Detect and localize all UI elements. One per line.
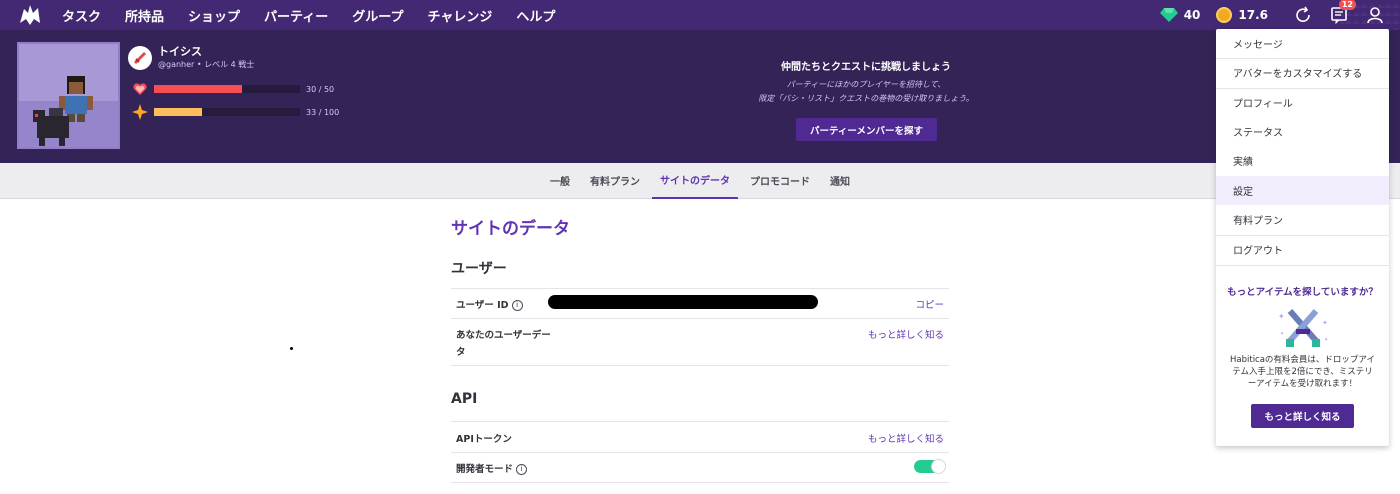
settings-tabs: 一般 有料プラン サイトのデータ プロモコード 通知 bbox=[0, 163, 1400, 199]
api-token-row: APIトークン もっと詳しく知る bbox=[451, 421, 949, 452]
promo-title: もっとアイテムを探していますか？ bbox=[1227, 287, 1378, 298]
user-icon[interactable] bbox=[1364, 4, 1386, 26]
nav-guilds[interactable]: グループ bbox=[352, 6, 403, 25]
gem-count: 40 bbox=[1183, 8, 1201, 22]
copy-user-id-link[interactable]: コピー bbox=[915, 297, 944, 311]
redacted-user-id bbox=[548, 295, 818, 309]
api-section-title: API bbox=[451, 391, 478, 407]
user-section-title: ユーザー bbox=[451, 261, 507, 277]
nav-tasks[interactable]: タスク bbox=[62, 6, 101, 25]
mouse-cursor-dot bbox=[290, 347, 293, 350]
page-title: サイトのデータ bbox=[451, 219, 570, 239]
svg-text:✦: ✦ bbox=[1280, 331, 1284, 337]
nav-party[interactable]: パーティー bbox=[264, 6, 328, 25]
gold-count: 17.6 bbox=[1238, 8, 1268, 22]
developer-mode-label: 開発者モード i bbox=[456, 461, 528, 475]
party-description: パーティーにほかのプレイヤーを招待して、 限定「バシ・リスト」クエストの巻物の受… bbox=[758, 80, 974, 103]
menu-item-achievements[interactable]: 実績 bbox=[1216, 146, 1389, 175]
menu-item-messages[interactable]: メッセージ bbox=[1216, 29, 1389, 58]
tab-general[interactable]: 一般 bbox=[542, 163, 578, 199]
nav-shops[interactable]: ショップ bbox=[188, 6, 240, 25]
api-token-label: APIトークン bbox=[456, 434, 512, 445]
user-data-learn-more-link[interactable]: もっと詳しく知る bbox=[868, 327, 944, 341]
hp-text: 30 / 50 bbox=[306, 84, 335, 94]
xp-bar-row: 33 / 100 bbox=[132, 104, 339, 120]
top-nav: タスク 所持品 ショップ パーティー グループ チャレンジ ヘルプ 40 17.… bbox=[0, 0, 1400, 30]
user-data-label: あなたのユーザーデータ bbox=[456, 330, 551, 358]
nav-challenges[interactable]: チャレンジ bbox=[428, 6, 493, 25]
user-id-label: ユーザー ID i bbox=[456, 297, 523, 311]
api-token-learn-more-link[interactable]: もっと詳しく知る bbox=[868, 431, 944, 445]
habitica-logo-icon[interactable] bbox=[16, 3, 44, 27]
menu-item-subscription[interactable]: 有料プラン bbox=[1216, 205, 1389, 234]
tab-site-data[interactable]: サイトのデータ bbox=[652, 163, 738, 199]
profile-level: @ganher • レベル 4 戦士 bbox=[158, 60, 255, 69]
user-data-row: あなたのユーザーデータ もっと詳しく知る bbox=[451, 318, 949, 366]
party-title: 仲間たちとクエストに挑戦しましょう bbox=[781, 62, 951, 73]
warrior-class-icon bbox=[128, 46, 152, 70]
member-header: トイシス @ganher • レベル 4 戦士 30 / 50 33 / 100… bbox=[0, 30, 1400, 163]
info-icon[interactable]: i bbox=[511, 300, 523, 311]
tab-subscription[interactable]: 有料プラン bbox=[582, 163, 648, 199]
svg-text:✦: ✦ bbox=[1278, 312, 1285, 321]
user-menu-dropdown: メッセージ アバターをカスタマイズする プロフィール ステータス 実績 設定 有… bbox=[1216, 29, 1389, 446]
xp-bar bbox=[154, 108, 300, 116]
avatar[interactable] bbox=[17, 42, 120, 149]
heart-icon bbox=[133, 83, 147, 95]
sync-icon[interactable] bbox=[1292, 4, 1314, 26]
menu-item-customize-avatar[interactable]: アバターをカスタマイズする bbox=[1216, 58, 1389, 87]
nav-inventory[interactable]: 所持品 bbox=[125, 6, 164, 25]
star-icon bbox=[132, 104, 148, 120]
menu-item-settings[interactable]: 設定 bbox=[1216, 176, 1389, 205]
xp-text: 33 / 100 bbox=[306, 107, 340, 117]
developer-mode-row: 開発者モード i bbox=[451, 452, 949, 483]
hp-bar-row: 30 / 50 bbox=[132, 81, 334, 97]
developer-mode-toggle[interactable] bbox=[914, 459, 946, 474]
hp-bar-fill bbox=[154, 85, 242, 93]
promo-text: Habiticaの有料会員は、ドロップアイテム入手上限を2倍にでき、ミステリーア… bbox=[1230, 355, 1376, 389]
tab-promo-code[interactable]: プロモコード bbox=[742, 163, 818, 199]
xp-bar-fill bbox=[154, 108, 203, 116]
svg-text:✦: ✦ bbox=[1322, 319, 1328, 327]
notifications-icon[interactable]: 12 bbox=[1328, 0, 1356, 26]
info-icon[interactable]: i bbox=[516, 464, 528, 475]
nav-help[interactable]: ヘルプ bbox=[516, 6, 555, 25]
hp-bar bbox=[154, 85, 300, 93]
tab-notifications[interactable]: 通知 bbox=[822, 163, 858, 199]
profile-name: トイシス bbox=[158, 45, 202, 58]
menu-item-stats[interactable]: ステータス bbox=[1216, 117, 1389, 146]
menu-item-profile[interactable]: プロフィール bbox=[1216, 88, 1389, 117]
menu-item-logout[interactable]: ログアウト bbox=[1216, 235, 1389, 264]
avatar-character-icon bbox=[33, 76, 93, 146]
learn-more-button[interactable]: もっと詳しく知る bbox=[1251, 404, 1354, 428]
nav-right: 40 17.6 12 bbox=[1159, 0, 1400, 30]
find-party-members-button[interactable]: パーティーメンバーを探す bbox=[796, 118, 937, 141]
notification-badge: 12 bbox=[1338, 0, 1356, 10]
svg-text:✦: ✦ bbox=[1324, 337, 1328, 343]
gold-coin-icon bbox=[1216, 7, 1233, 23]
gem-icon bbox=[1159, 8, 1178, 22]
crossed-swords-icon: ✦ ✦ ✦ ✦ bbox=[1278, 309, 1328, 347]
